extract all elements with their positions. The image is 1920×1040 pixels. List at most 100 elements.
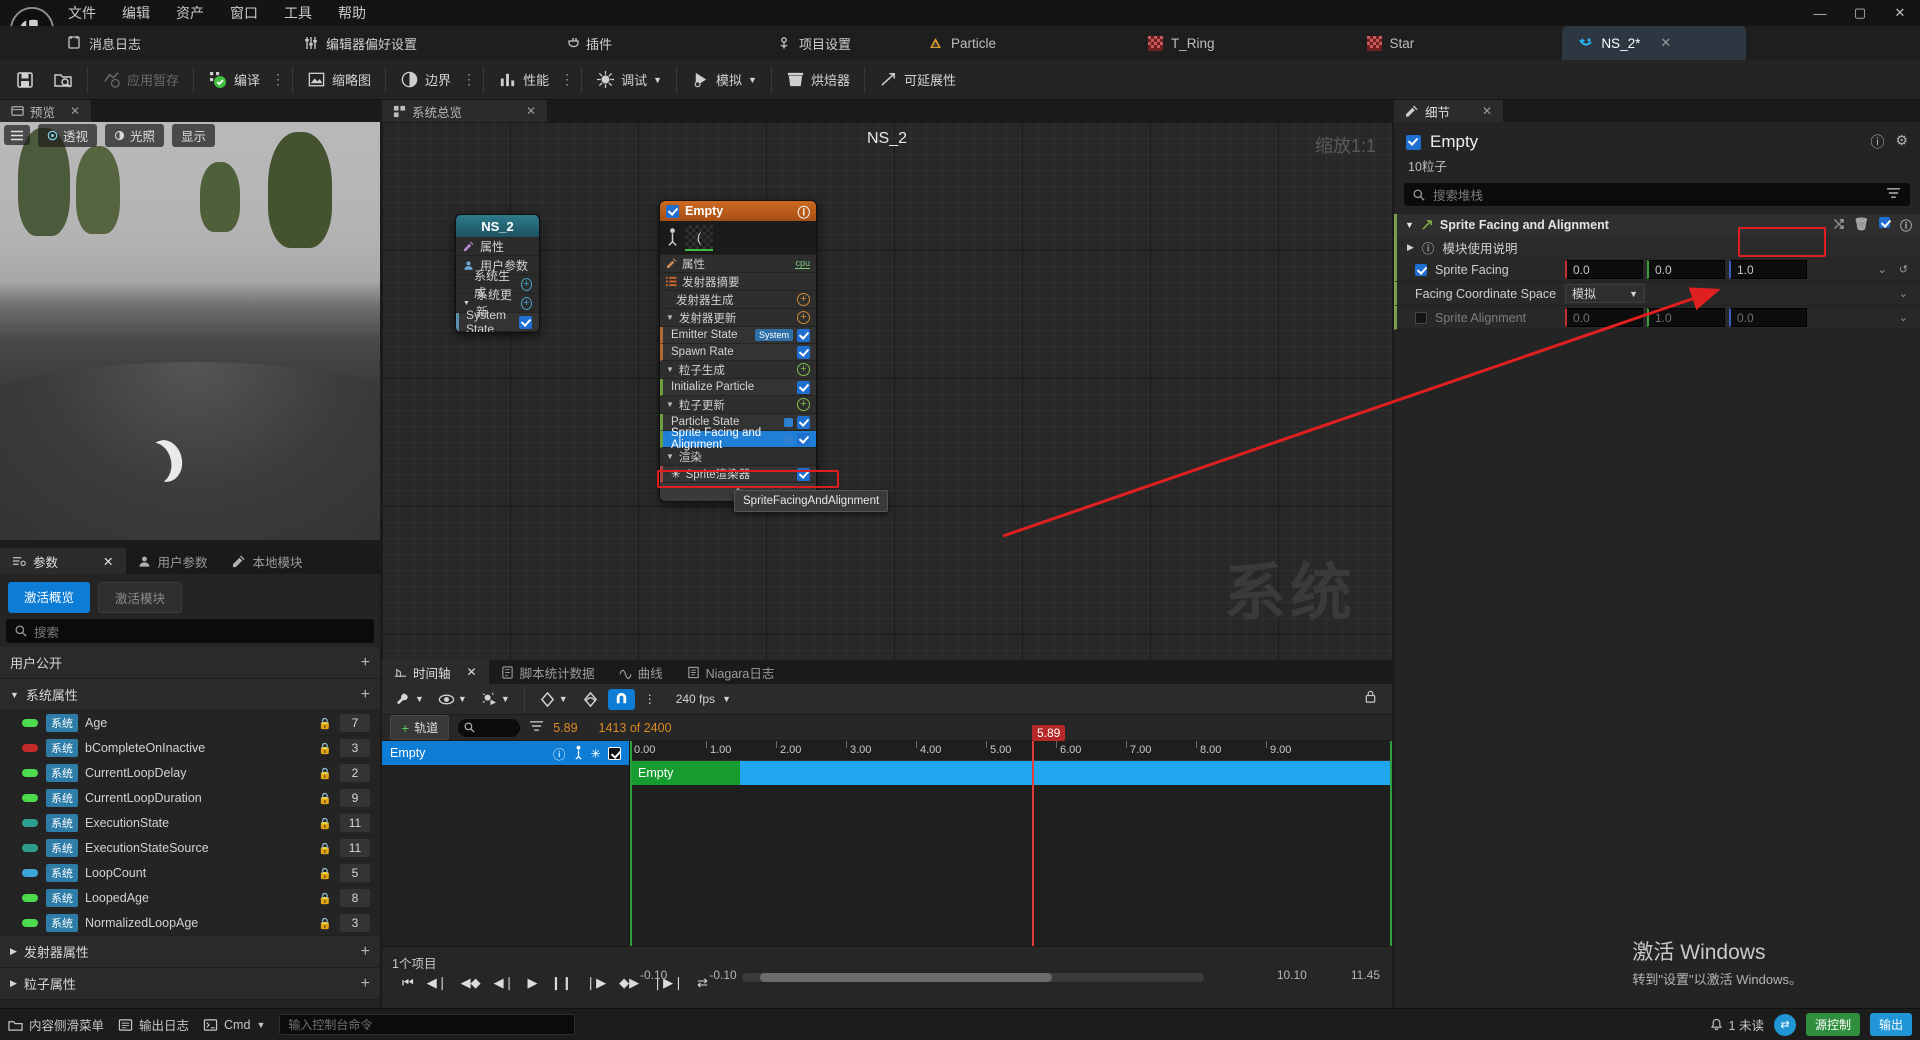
module-enabled-checkbox[interactable] xyxy=(797,415,810,429)
param-section-system-attributes[interactable]: ▼ 系统属性 + xyxy=(0,679,380,711)
module-initialize-particle[interactable]: Initialize Particle xyxy=(660,379,816,396)
viewport-show-dropdown[interactable]: 显示 xyxy=(172,123,216,147)
chevron-down-icon[interactable]: ▼ xyxy=(666,365,674,374)
timeline-lock-icon[interactable] xyxy=(1363,689,1384,709)
chevron-down-icon[interactable]: ▼ xyxy=(666,400,674,409)
parameters-tab-close-icon[interactable]: ✕ xyxy=(103,554,113,569)
scalability-button[interactable]: 可延展性 xyxy=(870,63,965,97)
timeline-emitter-bar[interactable]: Empty xyxy=(630,761,1392,785)
chevron-down-icon[interactable]: ⌄ xyxy=(1899,311,1908,324)
menu-item-2[interactable]: 资产 xyxy=(176,3,204,23)
range-start-b[interactable]: -0.10 xyxy=(709,968,736,982)
viewport-tab-close-icon[interactable]: ✕ xyxy=(70,104,80,118)
module-system-state[interactable]: System State xyxy=(456,308,539,332)
bounds-button[interactable]: 边界 xyxy=(391,63,460,97)
details-search-input[interactable]: 搜索堆栈 xyxy=(1404,183,1910,206)
reset-icon[interactable]: ↺ xyxy=(1899,263,1908,276)
performance-options-icon[interactable]: ⋮ xyxy=(558,71,576,88)
reverse-play-icon[interactable]: ◀❘ xyxy=(494,975,515,991)
add-parameter-icon[interactable]: + xyxy=(361,943,370,960)
timeline-fps-dropdown[interactable]: 240 fps ▼ xyxy=(671,690,736,708)
chevron-down-icon[interactable]: ⌄ xyxy=(1899,287,1908,300)
renderer-sprite[interactable]: ✳ Sprite渲染器 xyxy=(660,466,816,483)
chevron-down-icon[interactable]: ▼ xyxy=(463,300,470,307)
viewport-menu-icon[interactable] xyxy=(4,125,30,145)
param-section-particle-attributes[interactable]: ▶ 粒子属性 + xyxy=(0,968,380,1000)
sprite-alignment-checkbox[interactable] xyxy=(1415,311,1427,324)
browse-to-asset-button[interactable] xyxy=(44,63,82,97)
param-section-emitter-attributes[interactable]: ▶ 发射器属性 + xyxy=(0,936,380,968)
module-emitter-state[interactable]: Emitter State System xyxy=(660,327,816,344)
add-module-icon[interactable]: + xyxy=(797,293,810,306)
list-item[interactable]: 系统 NormalizedLoopAge 🔒 3 xyxy=(0,911,380,936)
timeline-search-input[interactable] xyxy=(458,718,521,737)
source-control-status-icon[interactable]: ⇄ xyxy=(1773,1013,1796,1036)
menu-item-1[interactable]: 编辑 xyxy=(122,3,150,23)
module-sprite-facing-and-alignment[interactable]: Sprite Facing and Alignment xyxy=(660,427,816,451)
unread-notifications[interactable]: 1 未读 xyxy=(1710,1015,1764,1034)
object-enabled-checkbox[interactable] xyxy=(1406,134,1421,150)
tab-system-overview[interactable]: 系统总览 ✕ xyxy=(382,100,548,122)
particle-update-section[interactable]: ▼ 粒子更新 + xyxy=(660,396,816,414)
menu-item-3[interactable]: 窗口 xyxy=(230,3,258,23)
parameters-search-input[interactable]: 搜索 xyxy=(6,619,374,643)
timeline-scrollbar-thumb[interactable] xyxy=(760,973,1052,982)
output-pill[interactable]: 输出 xyxy=(1869,1013,1912,1036)
performance-button[interactable]: 性能 xyxy=(489,63,558,97)
timeline-sequencer-area[interactable]: 0.00 1.00 2.00 3.00 4.00 5.00 6.00 7.00 … xyxy=(630,725,1392,946)
chevron-down-icon[interactable]: ▼ xyxy=(415,694,424,704)
list-item[interactable]: 系统 CurrentLoopDuration 🔒 9 xyxy=(0,786,380,811)
asset-tab-star[interactable]: Star xyxy=(1351,26,1431,60)
emitter-info-icon[interactable]: ⓘ xyxy=(797,202,810,221)
tab-local-modules[interactable]: 本地模块 xyxy=(220,548,315,574)
pause-icon[interactable]: ❙❙ xyxy=(550,975,572,991)
emitter-enabled-checkbox[interactable] xyxy=(666,204,679,218)
delete-icon[interactable]: 🗑 xyxy=(1854,217,1869,234)
emitter-node-header[interactable]: Empty ⓘ xyxy=(660,201,816,221)
add-module-icon[interactable]: + xyxy=(520,277,532,291)
sprite-facing-checkbox[interactable] xyxy=(1415,263,1427,276)
chevron-right-icon[interactable]: ▶ xyxy=(10,946,17,957)
list-item[interactable]: 系统 LoopCount 🔒 5 xyxy=(0,861,380,886)
emitter-node-empty[interactable]: ••• Empty ⓘ ( 属性 cpu 发射器摘要 xyxy=(659,200,817,502)
shortcut-plugins[interactable]: 插件 xyxy=(563,34,612,53)
output-log-button[interactable]: 输出日志 xyxy=(118,1015,189,1034)
timeline-key-interp-button[interactable]: ▼ xyxy=(534,689,573,710)
emitter-properties-row[interactable]: 属性 cpu xyxy=(660,255,816,273)
step-forward-icon[interactable]: ◆▶ xyxy=(619,975,639,991)
emitter-spawn-section[interactable]: 发射器生成 + xyxy=(660,291,816,309)
add-module-icon[interactable]: + xyxy=(797,398,810,411)
shortcut-project-settings[interactable]: 项目设置 xyxy=(776,34,851,53)
content-drawer-button[interactable]: 内容侧滑菜单 xyxy=(8,1015,104,1034)
shortcut-editor-prefs[interactable]: 编辑器偏好设置 xyxy=(303,34,417,53)
timeline-playhead[interactable]: 5.89 xyxy=(1032,725,1066,946)
minimize-button[interactable]: — xyxy=(1800,0,1840,26)
maximize-button[interactable]: ▢ xyxy=(1840,0,1880,26)
list-item[interactable]: 系统 ExecutionState 🔒 11 xyxy=(0,811,380,836)
bounds-options-icon[interactable]: ⋮ xyxy=(460,71,478,88)
particle-spawn-section[interactable]: ▼ 粒子生成 + xyxy=(660,361,816,379)
module-enabled-checkbox[interactable] xyxy=(797,380,810,394)
menu-bar[interactable]: 文件 编辑 资产 窗口 工具 帮助 xyxy=(68,0,366,26)
details-tab-close-icon[interactable]: ✕ xyxy=(1482,104,1492,118)
toggle-activation-overview[interactable]: 激活概览 xyxy=(8,582,91,613)
timeline-scrollbar[interactable] xyxy=(742,973,1204,982)
chevron-down-icon[interactable]: ▼ xyxy=(458,694,467,704)
tab-niagara-log[interactable]: Niagara日志 xyxy=(675,660,787,684)
step-back-icon[interactable]: ◀❘ xyxy=(427,975,448,991)
chevron-down-icon[interactable]: ▼ xyxy=(666,452,674,461)
compile-button[interactable]: 编译 xyxy=(199,63,269,97)
chevron-down-icon[interactable]: ▼ xyxy=(666,313,674,322)
list-item[interactable]: 系统 ExecutionStateSource 🔒 11 xyxy=(0,836,380,861)
facing-coordinate-space-select[interactable]: 模拟 ▼ xyxy=(1565,284,1645,303)
source-control-pill[interactable]: 源控制 xyxy=(1805,1013,1860,1036)
apply-pending-button[interactable]: 应用暂存 xyxy=(93,63,188,97)
sprite-alignment-y-input[interactable]: 1.0 xyxy=(1647,308,1725,327)
timeline-view-options-button[interactable]: ▼ xyxy=(433,689,472,710)
tab-timeline[interactable]: 时间轴 ✕ xyxy=(382,660,489,684)
timeline-settings-button[interactable]: ▼ xyxy=(390,689,429,710)
add-parameter-icon[interactable]: + xyxy=(361,654,370,671)
list-item[interactable]: 系统 CurrentLoopDelay 🔒 2 xyxy=(0,761,380,786)
chevron-down-icon[interactable]: ⌄ xyxy=(1878,263,1887,276)
viewport-perspective-dropdown[interactable]: 透视 xyxy=(38,123,98,147)
